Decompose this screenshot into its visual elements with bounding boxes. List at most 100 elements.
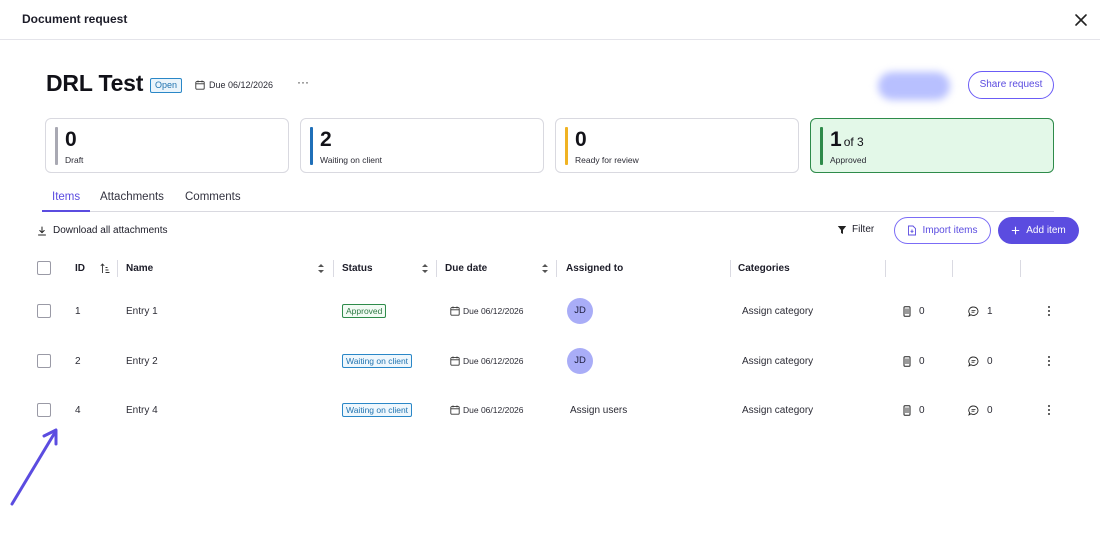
stat-value: 0: [575, 128, 587, 151]
clip-icon: [903, 306, 911, 317]
comment-icon: [968, 405, 979, 416]
table-row[interactable]: 1 Entry 1 Approved Due 06/12/2026 JD Ass…: [0, 291, 1100, 331]
filter-button[interactable]: Filter: [837, 224, 874, 235]
stat-suffix: of 3: [843, 135, 864, 149]
comments-count[interactable]: 0: [968, 405, 993, 416]
import-label: Import items: [922, 225, 978, 236]
attachments-count-value: 0: [919, 356, 925, 367]
tab-items[interactable]: Items: [52, 191, 80, 203]
active-tab-indicator: [42, 210, 90, 212]
add-item-label: Add item: [1026, 225, 1066, 236]
assign-category-link[interactable]: Assign category: [742, 405, 813, 416]
stat-accent-bar: [310, 127, 313, 165]
attachments-count[interactable]: 0: [903, 405, 925, 416]
assign-category-link[interactable]: Assign category: [742, 306, 813, 317]
column-divider: [117, 260, 118, 277]
sort-icon[interactable]: [541, 263, 549, 274]
status-badge: Waiting on client: [342, 354, 413, 368]
download-icon: [38, 226, 46, 235]
stat-label: Approved: [830, 155, 867, 165]
clip-icon: [903, 405, 911, 416]
row-menu-icon[interactable]: [1045, 403, 1053, 417]
stat-value-wrap: 1 of 3: [830, 128, 864, 152]
stat-card-ready[interactable]: 0 Ready for review: [555, 118, 799, 173]
tab-bar: Items Attachments Comments: [42, 186, 1054, 212]
column-divider: [556, 260, 557, 277]
row-due-date: Due 06/12/2026: [450, 405, 524, 415]
dialog-header: Document request: [0, 0, 1100, 40]
avatar: [878, 72, 950, 100]
tab-comments[interactable]: Comments: [185, 191, 241, 203]
row-id: 1: [75, 306, 81, 317]
stat-card-waiting[interactable]: 2 Waiting on client: [300, 118, 544, 173]
tab-attachments[interactable]: Attachments: [100, 191, 164, 203]
table-row[interactable]: 4 Entry 4 Waiting on client Due 06/12/20…: [0, 390, 1100, 430]
comments-count[interactable]: 0: [968, 356, 993, 367]
stat-accent-bar: [565, 127, 568, 165]
calendar-icon: [195, 80, 205, 90]
stat-card-approved[interactable]: 1 of 3 Approved: [810, 118, 1054, 173]
row-name[interactable]: Entry 1: [126, 306, 158, 317]
row-due-text: Due 06/12/2026: [463, 405, 524, 415]
comment-icon: [968, 356, 979, 367]
request-due-date: Due 06/12/2026: [195, 80, 273, 90]
assign-users-link[interactable]: Assign users: [570, 405, 627, 416]
status-badge: Approved: [342, 304, 387, 318]
plus-icon: [1012, 226, 1020, 235]
row-checkbox[interactable]: [37, 403, 51, 417]
import-items-button[interactable]: Import items: [894, 217, 991, 244]
sort-ascending-icon[interactable]: [100, 263, 110, 274]
column-header-due-date: Due date: [445, 263, 488, 274]
status-badge: Waiting on client: [342, 403, 413, 417]
table-row[interactable]: 2 Entry 2 Waiting on client Due 06/12/20…: [0, 341, 1100, 381]
column-divider: [436, 260, 437, 277]
share-request-button[interactable]: Share request: [968, 71, 1054, 99]
download-label: Download all attachments: [53, 225, 168, 236]
sort-icon[interactable]: [421, 263, 429, 274]
close-icon[interactable]: [1073, 12, 1089, 28]
row-checkbox[interactable]: [37, 304, 51, 318]
row-name[interactable]: Entry 2: [126, 356, 158, 367]
row-id: 2: [75, 356, 81, 367]
column-divider: [730, 260, 731, 277]
comments-count[interactable]: 1: [968, 306, 993, 317]
row-name[interactable]: Entry 4: [126, 405, 158, 416]
sort-icon[interactable]: [317, 263, 325, 274]
attachments-count-value: 0: [919, 306, 925, 317]
attachments-count[interactable]: 0: [903, 306, 925, 317]
stat-card-draft[interactable]: 0 Draft: [45, 118, 289, 173]
clip-icon: [903, 356, 911, 367]
row-due-text: Due 06/12/2026: [463, 356, 524, 366]
row-due-date: Due 06/12/2026: [450, 306, 524, 316]
attachments-count[interactable]: 0: [903, 356, 925, 367]
column-divider: [952, 260, 953, 277]
stat-label: Draft: [65, 155, 84, 165]
page-title: DRL Test: [46, 70, 144, 96]
stat-value: 1: [830, 128, 842, 151]
filter-icon: [837, 225, 847, 234]
row-checkbox[interactable]: [37, 354, 51, 368]
comments-count-value: 0: [987, 356, 993, 367]
filter-label: Filter: [852, 224, 875, 235]
row-menu-icon[interactable]: [1045, 354, 1053, 368]
dialog-title: Document request: [22, 12, 128, 26]
calendar-icon: [450, 405, 460, 415]
assign-category-link[interactable]: Assign category: [742, 356, 813, 367]
column-divider: [885, 260, 886, 277]
stat-label: Ready for review: [575, 155, 639, 165]
column-header-name: Name: [126, 263, 154, 274]
more-options-button[interactable]: ···: [297, 75, 309, 89]
row-menu-icon[interactable]: [1045, 304, 1053, 318]
avatar[interactable]: JD: [567, 298, 593, 324]
avatar[interactable]: JD: [567, 348, 593, 374]
download-all-button[interactable]: Download all attachments: [37, 225, 168, 236]
row-id: 4: [75, 405, 81, 416]
stat-accent-bar: [820, 127, 823, 165]
attachments-count-value: 0: [919, 405, 925, 416]
select-all-checkbox[interactable]: [37, 261, 51, 275]
stat-value: 0: [65, 128, 77, 151]
calendar-icon: [450, 356, 460, 366]
comment-icon: [968, 306, 979, 317]
stat-value: 2: [320, 128, 332, 151]
add-item-button[interactable]: Add item: [998, 217, 1079, 244]
